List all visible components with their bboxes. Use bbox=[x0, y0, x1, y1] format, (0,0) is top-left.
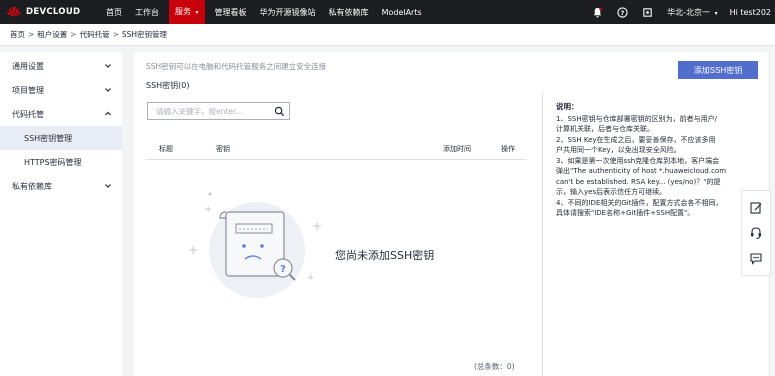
customer-service-icon[interactable] bbox=[749, 226, 763, 240]
nav-home[interactable]: 首页 bbox=[106, 7, 122, 18]
chevron-up-icon bbox=[105, 111, 111, 116]
feedback-edit-icon[interactable] bbox=[749, 201, 763, 215]
page-description: SSH密钥可以在电脑和代码托管服务之间建立安全连接 bbox=[146, 62, 327, 71]
help-line: 2、SSH Key在生成之后，要妥善保存，不应该多用 bbox=[556, 135, 716, 144]
table-header: 标题 密钥 添加时间 操作 bbox=[146, 136, 526, 160]
svg-text:+: + bbox=[307, 273, 315, 283]
column-header-actions: 操作 bbox=[501, 145, 515, 153]
help-line: 弹出"The authenticity of host *.huaweiclou… bbox=[556, 167, 727, 175]
floating-toolbar bbox=[741, 190, 771, 276]
huawei-logo-icon bbox=[7, 6, 21, 17]
sidebar-subitem-https-passwords[interactable]: HTTPS密码管理 bbox=[0, 150, 122, 174]
breadcrumb-home[interactable]: 首页 bbox=[10, 29, 25, 40]
help-line: 计算机关联，后者与仓库关联。 bbox=[556, 125, 654, 133]
region-label: 华北-北京一 bbox=[667, 7, 711, 17]
chevron-down-icon bbox=[105, 88, 111, 92]
topbar-right: ? 华北-北京一 ▾ Hi test202 bbox=[578, 0, 771, 24]
ssh-key-count: SSH密钥(0) bbox=[146, 81, 190, 90]
help-icon[interactable]: ? bbox=[616, 6, 628, 18]
sidebar: 通用设置 项目管理 代码托管 SSH密钥管理 HTTPS密码管理 私有依赖库 bbox=[0, 52, 122, 376]
sidebar-item-project-management[interactable]: 项目管理 bbox=[0, 78, 122, 102]
breadcrumb: 首页 > 租户设置 > 代码托管 > SSH密钥管理 bbox=[0, 24, 775, 46]
breadcrumb-tenant-settings[interactable]: 租户设置 bbox=[37, 29, 67, 40]
sidebar-item-label: 代码托管 bbox=[12, 109, 44, 119]
total-count: (总条数：0) bbox=[474, 362, 515, 371]
chevron-down-icon bbox=[105, 184, 111, 188]
sidebar-subitem-ssh-keys[interactable]: SSH密钥管理 bbox=[0, 126, 122, 150]
nav-services-label: 服务 bbox=[175, 7, 191, 16]
column-header-added-time: 添加时间 bbox=[443, 145, 471, 153]
search-icon[interactable] bbox=[274, 106, 285, 117]
svg-text:?: ? bbox=[620, 8, 624, 16]
breadcrumb-current: SSH密钥管理 bbox=[121, 30, 168, 39]
chevron-down-icon bbox=[105, 64, 111, 68]
nav-modelarts[interactable]: ModelArts bbox=[382, 8, 422, 17]
main-panel: SSH密钥可以在电脑和代码托管服务之间建立安全连接 SSH密钥(0) 添加SSH… bbox=[134, 52, 768, 376]
region-selector[interactable]: 华北-北京一 ▾ bbox=[667, 7, 717, 18]
nav-mirror[interactable]: 华为开源镜像站 bbox=[260, 7, 316, 18]
search-box bbox=[147, 102, 290, 120]
chevron-down-icon: ▾ bbox=[195, 9, 199, 16]
nav-workbench[interactable]: 工作台 bbox=[135, 7, 159, 18]
logo-text: DEVCLOUD bbox=[26, 7, 81, 17]
search-input[interactable] bbox=[156, 106, 274, 116]
svg-text:?: ? bbox=[280, 264, 286, 275]
breadcrumb-separator: > bbox=[112, 30, 119, 39]
column-header-key: 密钥 bbox=[216, 145, 230, 153]
logo[interactable]: DEVCLOUD bbox=[6, 6, 106, 18]
help-line: can't be established. RSA key... (yes/no… bbox=[556, 177, 721, 186]
sidebar-item-general-settings[interactable]: 通用设置 bbox=[0, 54, 122, 78]
help-panel: 说明： 1、SSH密钥与仓库部署密钥的区别为，前者与用户/ 计算机关联，后者与仓… bbox=[556, 102, 766, 219]
sidebar-item-label: 通用设置 bbox=[12, 61, 44, 71]
settings-icon[interactable] bbox=[641, 6, 653, 18]
sidebar-item-private-repo[interactable]: 私有依赖库 bbox=[0, 174, 122, 198]
top-navbar: DEVCLOUD 首页 工作台 服务 ▾ 管理看板 华为开源镜像站 私有依赖库 … bbox=[0, 0, 775, 24]
help-line: 具体请搜索"IDE名称+Git插件+SSH配置"。 bbox=[556, 209, 695, 217]
sidebar-item-label: 项目管理 bbox=[12, 85, 44, 95]
help-line: 示，输入yes后表示信任方可继续。 bbox=[556, 188, 667, 196]
svg-text:+: + bbox=[204, 204, 212, 215]
empty-state-illustration: + + + + ? bbox=[188, 192, 322, 298]
chevron-down-icon: ▾ bbox=[714, 9, 718, 17]
bell-icon[interactable] bbox=[591, 6, 603, 18]
svg-text:+: + bbox=[312, 219, 322, 233]
column-header-title: 标题 bbox=[159, 145, 173, 153]
empty-state-text: 您尚未添加SSH密钥 bbox=[335, 249, 435, 262]
breadcrumb-separator: > bbox=[70, 30, 77, 39]
help-line: 3、如果是第一次使用ssh克隆仓库到本地，客户端会 bbox=[556, 156, 720, 165]
nav-services[interactable]: 服务 ▾ bbox=[169, 0, 205, 24]
breadcrumb-separator: > bbox=[28, 30, 35, 39]
help-title: 说明： bbox=[556, 102, 579, 111]
chat-icon[interactable] bbox=[749, 251, 763, 266]
svg-text:+: + bbox=[188, 243, 198, 257]
user-menu[interactable]: Hi test202 bbox=[730, 8, 771, 17]
sidebar-item-label: 私有依赖库 bbox=[12, 181, 52, 191]
sidebar-item-code-hosting[interactable]: 代码托管 bbox=[0, 102, 122, 126]
nav-dashboard[interactable]: 管理看板 bbox=[215, 7, 247, 18]
nav-private-repo[interactable]: 私有依赖库 bbox=[329, 7, 369, 18]
divider bbox=[542, 92, 543, 376]
help-line: 1、SSH密钥与仓库部署密钥的区别为，前者与用户/ bbox=[556, 114, 717, 123]
help-line: 户共用同一个Key，以免出现安全风险。 bbox=[556, 146, 681, 154]
breadcrumb-code-hosting[interactable]: 代码托管 bbox=[80, 29, 110, 40]
help-line: 4、不同的IDE相关的Git插件，配置方式会各不相同， bbox=[556, 198, 723, 207]
add-ssh-key-button[interactable]: 添加SSH密钥 bbox=[678, 61, 758, 79]
